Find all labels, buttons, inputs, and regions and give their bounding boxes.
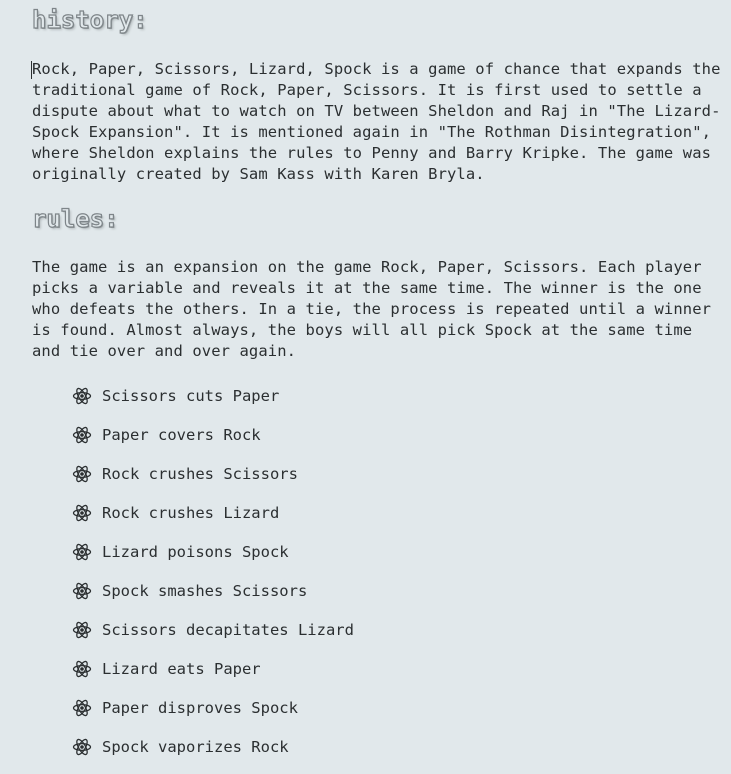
rule-text: Paper covers Rock	[102, 425, 261, 444]
list-item: Paper covers Rock	[72, 415, 354, 454]
rules-paragraph: The game is an expansion on the game Roc…	[32, 258, 712, 360]
rule-text: Spock vaporizes Rock	[102, 737, 289, 756]
list-item: Rock crushes Scissors	[72, 454, 354, 493]
atom-icon	[72, 659, 92, 679]
rule-text: Rock crushes Scissors	[102, 464, 298, 483]
history-paragraph: Rock, Paper, Scissors, Lizard, Spock is …	[32, 60, 721, 183]
list-item: Lizard eats Paper	[72, 649, 354, 688]
rule-text: Paper disproves Spock	[102, 698, 298, 717]
list-item: Spock smashes Scissors	[72, 571, 354, 610]
atom-icon	[72, 542, 92, 562]
atom-icon	[72, 386, 92, 406]
rule-text: Scissors decapitates Lizard	[102, 620, 354, 639]
atom-icon	[72, 620, 92, 640]
rules-list: Scissors cuts Paper Paper covers Rock Ro…	[72, 376, 354, 766]
list-item: Scissors decapitates Lizard	[72, 610, 354, 649]
atom-icon	[72, 425, 92, 445]
history-heading: history:	[31, 5, 148, 34]
atom-icon	[72, 464, 92, 484]
list-item: Scissors cuts Paper	[72, 376, 354, 415]
rule-text: Lizard poisons Spock	[102, 542, 289, 561]
atom-icon	[72, 503, 92, 523]
rule-text: Rock crushes Lizard	[102, 503, 280, 522]
list-item: Paper disproves Spock	[72, 688, 354, 727]
rule-text: Lizard eats Paper	[102, 659, 261, 678]
atom-icon	[72, 698, 92, 718]
list-item: Rock crushes Lizard	[72, 493, 354, 532]
atom-icon	[72, 737, 92, 757]
atom-icon	[72, 581, 92, 601]
list-item: Lizard poisons Spock	[72, 532, 354, 571]
rule-text: Scissors cuts Paper	[102, 386, 280, 405]
rules-heading: rules:	[31, 204, 119, 233]
list-item: Spock vaporizes Rock	[72, 727, 354, 766]
rule-text: Spock smashes Scissors	[102, 581, 308, 600]
